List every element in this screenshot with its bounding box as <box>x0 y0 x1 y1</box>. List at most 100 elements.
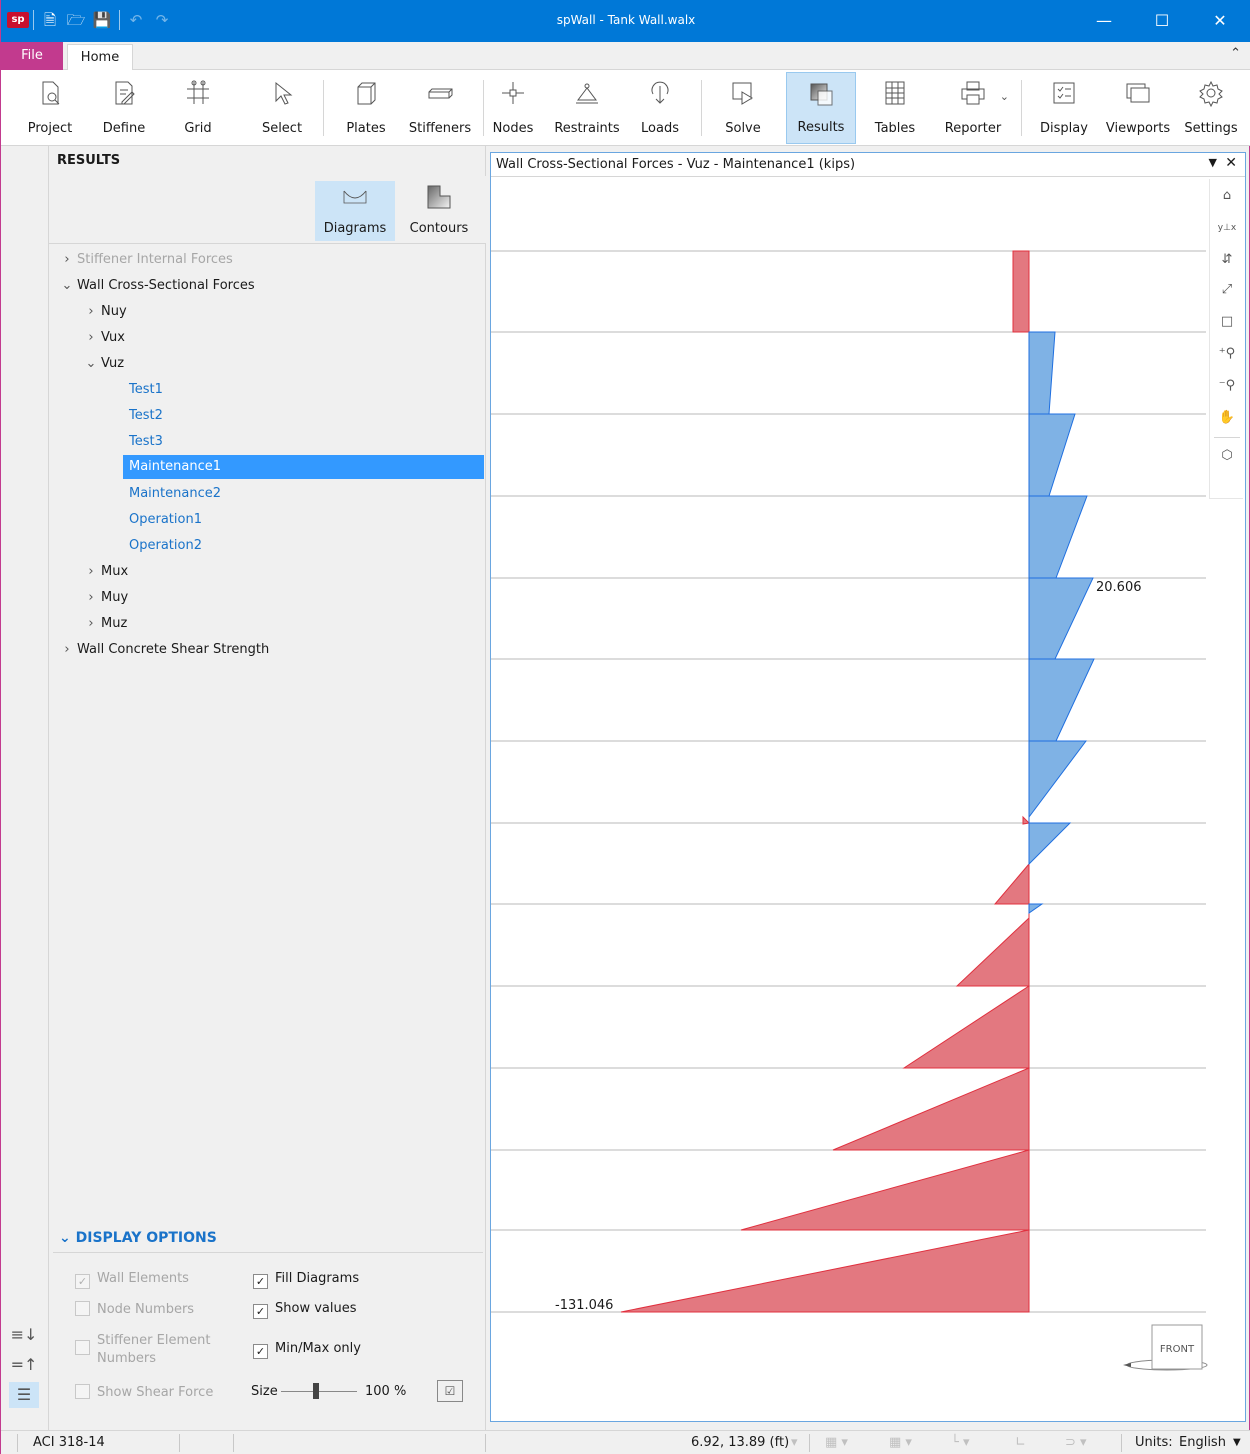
stiffener-numbers-label-line1: Stiffener Element <box>97 1333 211 1348</box>
viewport-toolbar: ⌂ y⊥x ⇵ ⤢ □ ⁺⚲ ⁻⚲ ✋ ⬡ <box>1209 179 1243 499</box>
3d-view-icon[interactable]: ⬡ <box>1214 443 1240 469</box>
tree-item-wall-cross-sectional-forces[interactable]: ⌄ Wall Cross-Sectional Forces <box>57 274 255 298</box>
chevron-right-icon[interactable]: › <box>57 638 77 662</box>
display-options-header[interactable]: ⌄ DISPLAY OPTIONS <box>59 1230 217 1246</box>
ortho-icon[interactable]: └ ▾ <box>951 1435 969 1450</box>
viewport[interactable]: Wall Cross-Sectional Forces - Vuz - Main… <box>490 152 1246 1422</box>
settings-button[interactable]: Settings <box>1179 72 1243 144</box>
tree-item-stiffener-internal-forces[interactable]: › Stiffener Internal Forces <box>57 248 232 272</box>
rotate-icon[interactable]: ⇵ <box>1214 247 1240 273</box>
select-button[interactable]: Select <box>251 72 313 144</box>
tree-item-maintenance2[interactable]: Maintenance2 <box>129 482 221 506</box>
zoom-window-icon[interactable]: □ <box>1214 309 1240 335</box>
collapse-ribbon-icon[interactable]: ⌃ <box>1230 46 1241 61</box>
chevron-down-icon[interactable]: ⌄ <box>81 352 101 376</box>
tab-home[interactable]: Home <box>67 44 133 71</box>
tab-file[interactable]: File <box>1 42 63 70</box>
view-cube[interactable]: FRONT <box>1117 1319 1209 1381</box>
new-file-icon[interactable]: 🗎 <box>39 10 61 30</box>
units-dropdown-icon[interactable]: ▼ <box>1233 1437 1241 1448</box>
minimize-button[interactable]: — <box>1081 0 1127 42</box>
snap-grid-icon[interactable]: ▦ ▾ <box>825 1435 848 1450</box>
define-button[interactable]: Define <box>93 72 155 144</box>
units-select[interactable]: English <box>1179 1435 1226 1450</box>
display-options-icon[interactable]: ☑ <box>437 1380 463 1402</box>
reporter-button[interactable]: Reporter ⌄ <box>933 72 1013 144</box>
close-button[interactable]: ✕ <box>1197 0 1243 42</box>
min-max-only-checkbox[interactable]: ✓ Min/Max only <box>253 1341 361 1359</box>
tree-item-wall-concrete-shear-strength[interactable]: › Wall Concrete Shear Strength <box>57 638 269 662</box>
chevron-right-icon[interactable]: › <box>81 326 101 350</box>
positive-shear-regions <box>1028 331 1095 914</box>
plates-button[interactable]: Plates <box>335 72 397 144</box>
size-slider-thumb[interactable] <box>313 1383 319 1399</box>
chevron-right-icon[interactable]: › <box>81 612 101 636</box>
angle-icon[interactable]: ∟ <box>1015 1435 1026 1450</box>
tree-item-operation1[interactable]: Operation1 <box>129 508 202 532</box>
nodes-button[interactable]: Nodes <box>489 72 537 144</box>
zoom-in-icon[interactable]: ⁺⚲ <box>1214 341 1240 367</box>
maximize-button[interactable]: ☐ <box>1139 0 1185 42</box>
dropdown-icon[interactable]: ▾ <box>791 1435 798 1450</box>
project-button[interactable]: Project <box>19 72 81 144</box>
viewport-menu-icon[interactable]: ▼ <box>1209 156 1217 169</box>
save-icon[interactable]: 💾 <box>91 10 113 30</box>
zoom-out-icon[interactable]: ⁻⚲ <box>1214 373 1240 399</box>
chevron-down-icon[interactable]: ⌄ <box>57 274 77 298</box>
stiffeners-button[interactable]: Stiffeners <box>405 72 475 144</box>
show-shear-force-checkbox[interactable]: Show Shear Force <box>75 1384 213 1400</box>
tree-item-operation2[interactable]: Operation2 <box>129 534 202 558</box>
reporter-dropdown-icon[interactable]: ⌄ <box>1000 90 1009 103</box>
view-mode-toolbar: Diagrams Contours <box>49 176 486 244</box>
viewport-close-icon[interactable]: ✕ <box>1225 155 1237 171</box>
chevron-right-icon[interactable]: › <box>81 586 101 610</box>
diagrams-button[interactable]: Diagrams <box>315 181 395 241</box>
snap-icon[interactable]: ⊃ ▾ <box>1065 1435 1087 1450</box>
tree-item-vux[interactable]: › Vux <box>81 326 125 350</box>
zoom-extents-icon[interactable]: ⤢ <box>1214 277 1240 303</box>
viewports-button[interactable]: Viewports <box>1103 72 1173 144</box>
fill-diagrams-checkbox[interactable]: ✓ Fill Diagrams <box>253 1271 359 1289</box>
sort-down-icon[interactable]: ≡↓ <box>9 1322 39 1348</box>
home-view-icon[interactable]: ⌂ <box>1214 183 1240 209</box>
tree-item-test2[interactable]: Test2 <box>129 404 163 428</box>
restraints-button[interactable]: Restraints <box>547 72 627 144</box>
tree-item-test3[interactable]: Test3 <box>129 430 163 454</box>
tables-button[interactable]: Tables <box>867 72 923 144</box>
sort-up-icon[interactable]: =↑ <box>9 1352 39 1378</box>
display-button[interactable]: Display <box>1035 72 1093 144</box>
results-button[interactable]: Results <box>786 72 856 144</box>
tree-item-muy[interactable]: › Muy <box>81 586 128 610</box>
checkbox-check-icon: ✓ <box>253 1344 268 1359</box>
tree-item-label: Wall Cross-Sectional Forces <box>77 278 255 293</box>
grid-display-icon[interactable]: ▦ ▾ <box>889 1435 912 1450</box>
node-numbers-checkbox[interactable]: Node Numbers <box>75 1301 194 1317</box>
pan-icon[interactable]: ✋ <box>1214 405 1240 431</box>
show-shear-force-label: Show Shear Force <box>97 1385 214 1400</box>
show-values-checkbox[interactable]: ✓ Show values <box>253 1301 357 1319</box>
loads-button[interactable]: Loads <box>635 72 685 144</box>
status-separator <box>809 1434 810 1452</box>
tree-item-maintenance1[interactable]: Maintenance1 <box>123 455 484 479</box>
tree-item-vuz[interactable]: ⌄ Vuz <box>81 352 125 376</box>
axes-icon[interactable]: y⊥x <box>1214 215 1240 241</box>
tree-item-mux[interactable]: › Mux <box>81 560 128 584</box>
display-icon <box>1053 82 1075 104</box>
chevron-right-icon[interactable]: › <box>57 248 77 272</box>
redo-icon[interactable]: ↷ <box>151 10 173 30</box>
tree-item-test1[interactable]: Test1 <box>129 378 163 402</box>
chevron-right-icon[interactable]: › <box>81 560 101 584</box>
chevron-right-icon[interactable]: › <box>81 300 101 324</box>
undo-icon[interactable]: ↶ <box>125 10 147 30</box>
tree-item-nuy[interactable]: › Nuy <box>81 300 126 324</box>
open-folder-icon[interactable]: 🗁 <box>65 10 87 30</box>
chevron-down-icon[interactable]: ⌄ <box>59 1230 71 1246</box>
contours-button[interactable]: Contours <box>399 181 479 241</box>
list-view-icon[interactable]: ☰ <box>9 1382 39 1408</box>
wall-elements-checkbox[interactable]: ✓ Wall Elements <box>75 1271 189 1289</box>
size-slider-track[interactable] <box>281 1391 357 1392</box>
grid-button[interactable]: Grid <box>167 72 229 144</box>
stiffener-numbers-checkbox[interactable]: Stiffener Element Numbers <box>75 1332 210 1368</box>
solve-button[interactable]: Solve <box>713 72 773 144</box>
tree-item-muz[interactable]: › Muz <box>81 612 127 636</box>
